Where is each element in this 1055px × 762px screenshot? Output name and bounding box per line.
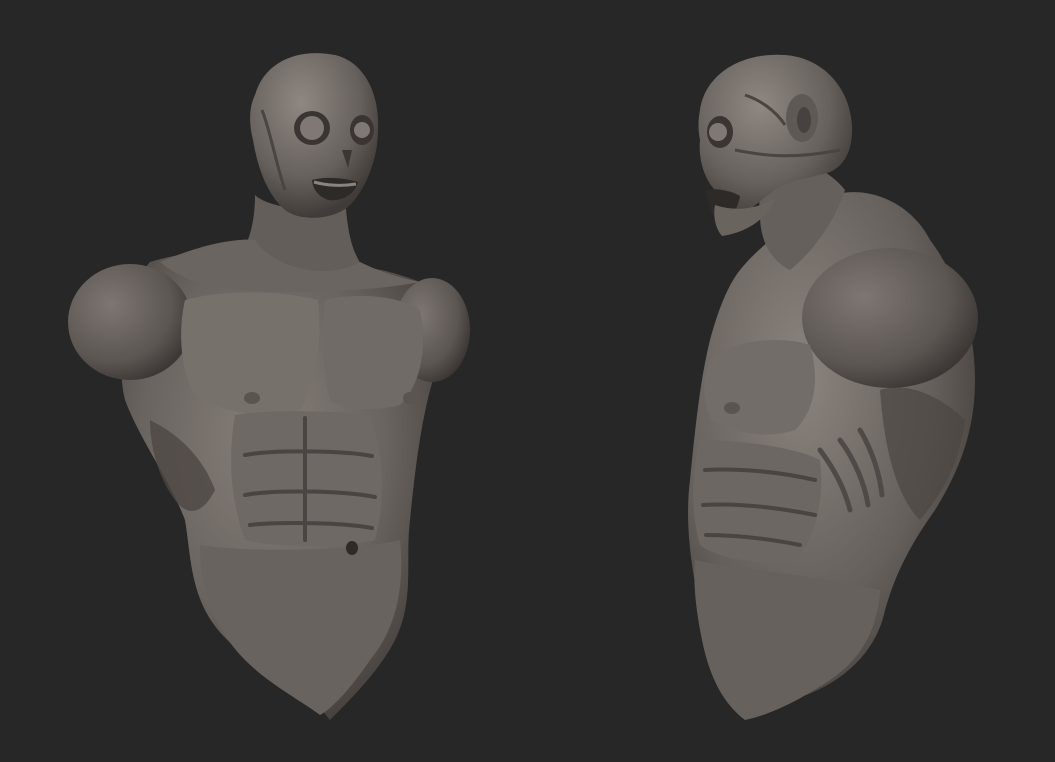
navel xyxy=(346,541,358,555)
nipple-left xyxy=(244,392,260,404)
lower-abdomen xyxy=(200,540,402,715)
eyeball-right xyxy=(354,122,370,138)
ear-inner xyxy=(797,107,811,133)
torso-sculpt-side-view xyxy=(688,54,978,720)
nipple xyxy=(724,402,740,414)
torso-sculpt-front-view xyxy=(68,53,470,720)
render-viewport xyxy=(0,0,1055,762)
left-deltoid xyxy=(68,264,192,380)
eyeball-left xyxy=(300,116,324,140)
nipple-right xyxy=(403,392,417,404)
sculpt-render xyxy=(68,53,978,720)
pectoral xyxy=(704,340,815,435)
lower-abdomen xyxy=(694,560,880,720)
deltoid xyxy=(802,248,978,388)
pectoral-right xyxy=(323,295,424,410)
eyeball xyxy=(709,123,727,141)
abdominals-side xyxy=(693,440,822,562)
